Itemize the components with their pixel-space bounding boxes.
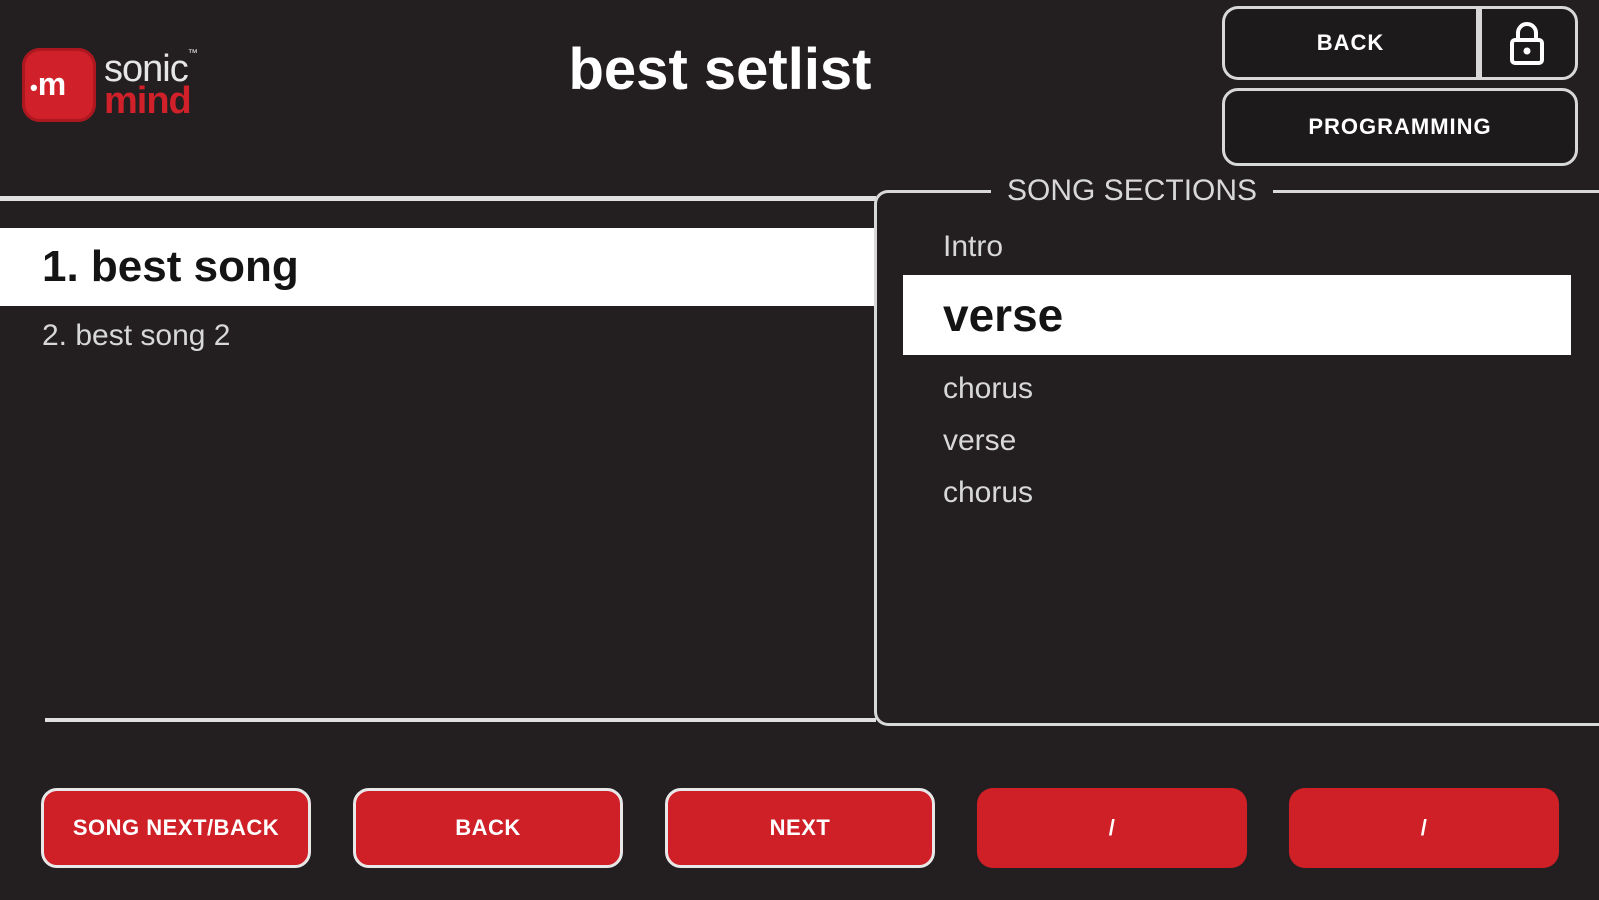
logo-word-mind: mind — [104, 80, 192, 122]
song-list-top-divider — [0, 196, 876, 201]
logo-badge-text: •m — [30, 66, 66, 102]
section-item-intro[interactable]: Intro — [903, 221, 1571, 273]
unassigned-button-1[interactable]: / — [977, 788, 1247, 868]
section-back-button[interactable]: BACK — [353, 788, 623, 868]
lock-icon — [1510, 22, 1544, 65]
song-sections-panel: SONG SECTIONS Intro verse chorus verse c… — [874, 173, 1599, 726]
section-next-button[interactable]: NEXT — [665, 788, 935, 868]
logo-badge: •m — [22, 48, 96, 122]
logo-trademark: ™ — [187, 48, 198, 59]
section-item-chorus[interactable]: chorus — [903, 363, 1571, 415]
song-item[interactable]: 2. best song 2 — [0, 306, 874, 366]
song-list-bottom-divider — [45, 718, 876, 722]
page-title: best setlist — [568, 37, 872, 102]
section-item-chorus-2[interactable]: chorus — [903, 467, 1571, 519]
back-button[interactable]: BACK — [1222, 6, 1476, 80]
bottom-button-bar: SONG NEXT/BACK BACK NEXT / / — [41, 788, 1561, 868]
programming-button[interactable]: PROGRAMMING — [1222, 88, 1578, 166]
lock-button[interactable] — [1476, 6, 1578, 80]
song-item-active[interactable]: 1. best song — [0, 228, 874, 306]
song-sections-heading: SONG SECTIONS — [991, 173, 1274, 209]
section-item-verse[interactable]: verse — [903, 415, 1571, 467]
section-item-active[interactable]: verse — [903, 275, 1571, 355]
song-list: 1. best song 2. best song 2 — [0, 228, 874, 366]
section-list: Intro verse chorus verse chorus — [903, 221, 1571, 519]
song-next-back-button[interactable]: SONG NEXT/BACK — [41, 788, 311, 868]
sonicmind-logo: •m sonic™ mind — [22, 46, 232, 124]
setlist-screen: •m sonic™ mind best setlist BACK PROGRAM… — [0, 0, 1599, 900]
unassigned-button-2[interactable]: / — [1289, 788, 1559, 868]
